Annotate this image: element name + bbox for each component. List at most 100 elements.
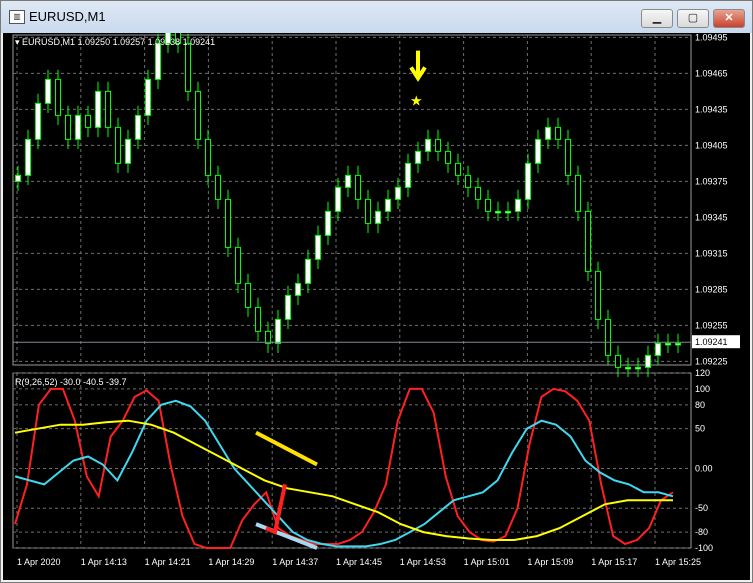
current-price-label: 1.09241: [695, 337, 728, 347]
price-y-tick-label: 1.09315: [695, 248, 728, 258]
chart-window-icon: ▥: [9, 10, 25, 24]
candle-body: [475, 186, 481, 200]
x-tick-label: 1 Apr 14:29: [208, 557, 254, 567]
x-tick-label: 1 Apr 15:01: [464, 557, 510, 567]
x-tick-label: 1 Apr 14:53: [400, 557, 446, 567]
candle-body: [35, 102, 41, 140]
price-y-tick-label: 1.09375: [695, 176, 728, 186]
candle-body: [635, 366, 641, 370]
candle-body: [205, 138, 211, 176]
indicator-y-tick-label: 80: [695, 400, 705, 410]
price-y-tick-label: 1.09435: [695, 104, 728, 114]
candle-body: [445, 150, 451, 164]
candle-body: [235, 246, 241, 284]
x-tick-label: 1 Apr 2020: [17, 557, 61, 567]
price-panel-border: [12, 34, 692, 366]
candle-body: [355, 174, 361, 200]
maximize-icon: ▢: [687, 12, 699, 24]
trend-line-blue: [255, 522, 318, 550]
candle-body: [505, 210, 511, 214]
candle-body: [575, 174, 581, 212]
minimize-button[interactable]: ▁: [641, 9, 673, 28]
price-header-text: EURUSD,M1 1.09250 1.09257 1.09238 1.0924…: [22, 37, 216, 47]
price-y-tick-label: 1.09255: [695, 320, 728, 330]
candle-body: [65, 114, 71, 140]
candle-body: [605, 318, 611, 356]
indicator-panel-border: [12, 372, 692, 549]
price-y-tick-label: 1.09405: [695, 140, 728, 150]
candle-body: [495, 210, 501, 214]
candle-body: [225, 198, 231, 248]
candle-body: [675, 342, 681, 346]
title-bar[interactable]: ▥ EURUSD,M1 ▁ ▢ ✕: [1, 1, 752, 33]
candle-body: [95, 90, 101, 128]
candle-body: [85, 114, 91, 128]
close-button[interactable]: ✕: [713, 9, 745, 28]
candle-body: [555, 126, 561, 140]
indicator-series-line-2: [14, 419, 673, 541]
close-icon: ✕: [724, 12, 734, 24]
candle-body: [245, 282, 251, 308]
candle-body: [15, 174, 21, 182]
trend-line-yellow: [255, 430, 318, 467]
candle-body: [665, 342, 671, 346]
candle-body: [385, 198, 391, 212]
indicator-y-tick-label: -80: [695, 527, 708, 537]
price-y-tick-label: 1.09345: [695, 212, 728, 222]
candle-body: [285, 294, 291, 320]
indicator-y-tick-label: 50: [695, 424, 705, 434]
candle-body: [315, 234, 321, 260]
candle-body: [215, 174, 221, 200]
x-tick-label: 1 Apr 15:25: [655, 557, 701, 567]
candle-body: [325, 210, 331, 236]
candle-body: [365, 198, 371, 224]
candle-body: [75, 114, 81, 140]
candle-body: [265, 330, 271, 344]
candle-body: [585, 210, 591, 272]
candle-body: [55, 78, 61, 116]
candle-body: [655, 342, 661, 356]
x-tick-label: 1 Apr 15:09: [527, 557, 573, 567]
indicator-y-tick-label: 120: [695, 368, 710, 378]
price-y-tick-label: 1.09495: [695, 33, 728, 42]
candle-body: [295, 282, 301, 296]
candle-body: [45, 78, 51, 104]
dropdown-triangle-icon[interactable]: ▾: [15, 37, 22, 47]
candle-body: [645, 354, 651, 368]
candle-body: [545, 126, 551, 140]
candle-body: [485, 198, 491, 212]
x-tick-label: 1 Apr 15:17: [591, 557, 637, 567]
indicator-y-tick-label: -50: [695, 503, 708, 513]
candle-body: [415, 150, 421, 164]
candle-body: [125, 138, 131, 164]
x-tick-label: 1 Apr 14:13: [81, 557, 127, 567]
down-arrow-icon: [409, 50, 427, 82]
candle-body: [135, 114, 141, 140]
candle-body: [425, 138, 431, 152]
candle-body: [25, 138, 31, 176]
candle-body: [345, 174, 351, 188]
candle-body: [435, 138, 441, 152]
candle-body: [405, 162, 411, 188]
star-icon: ★: [410, 92, 423, 108]
price-y-tick-label: 1.09465: [695, 68, 728, 78]
trend-mark-red: [265, 483, 287, 535]
candle-body: [395, 186, 401, 200]
candle-body: [375, 210, 381, 224]
price-y-tick-label: 1.09225: [695, 356, 728, 366]
candle-body: [455, 162, 461, 176]
minimize-icon: ▁: [652, 12, 662, 24]
x-tick-label: 1 Apr 14:45: [336, 557, 382, 567]
x-tick-label: 1 Apr 14:21: [145, 557, 191, 567]
maximize-button[interactable]: ▢: [677, 9, 709, 28]
x-tick-label: 1 Apr 14:37: [272, 557, 318, 567]
indicator-y-tick-label: -100: [695, 543, 713, 553]
candle-body: [195, 90, 201, 140]
candle-body: [105, 90, 111, 128]
indicator-y-tick-label: 0.00: [695, 463, 713, 473]
chart-window: ▥ EURUSD,M1 ▁ ▢ ✕ 1 Apr 2020 1 Apr 14:13 1…: [0, 0, 753, 583]
candle-body: [335, 186, 341, 212]
chart-area[interactable]: 1 Apr 2020 1 Apr 14:13 1 Apr 14:21 1 Apr 14…: [3, 33, 750, 580]
chart-canvas[interactable]: 1 Apr 2020 1 Apr 14:13 1 Apr 14:21 1 Apr 14…: [3, 33, 750, 580]
candle-body: [535, 138, 541, 164]
